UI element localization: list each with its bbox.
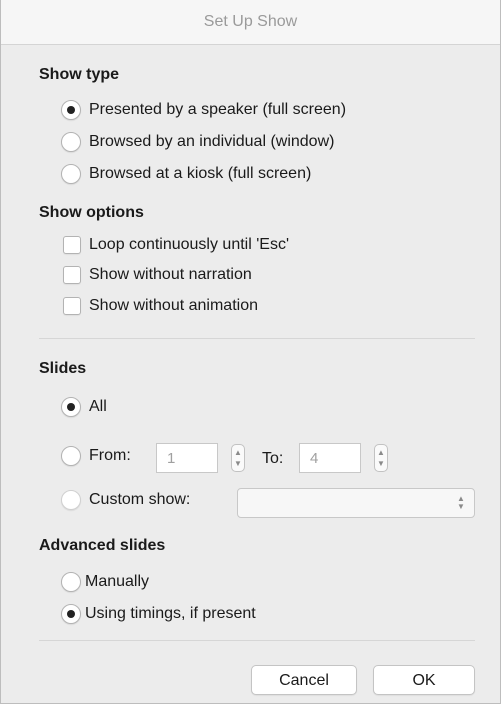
checkbox-label: Show without animation — [89, 297, 258, 314]
to-stepper[interactable]: ▲ ▼ — [374, 444, 388, 472]
radio-label: All — [89, 398, 107, 415]
from-stepper[interactable]: ▲ ▼ — [231, 444, 245, 472]
checkbox[interactable] — [63, 266, 81, 284]
section-divider — [39, 338, 475, 339]
advance-slides-heading: Advanced slides — [39, 537, 166, 554]
radio-button[interactable] — [61, 132, 81, 152]
checkbox-show-without-narration[interactable]: Show without narration — [63, 266, 252, 284]
radio-custom-show[interactable]: Custom show: — [61, 490, 190, 510]
radio-button[interactable] — [61, 572, 81, 592]
stepper-up-icon[interactable]: ▲ — [232, 447, 244, 458]
radio-label: Browsed by an individual (window) — [89, 133, 335, 150]
to-label: To: — [262, 450, 284, 467]
show-options-heading: Show options — [39, 204, 144, 221]
radio-label: Manually — [85, 573, 150, 590]
set-up-show-dialog: Set Up Show Show type Presented by a spe… — [0, 0, 501, 704]
radio-slides-from[interactable]: From: — [61, 446, 131, 466]
radio-button-selected[interactable] — [61, 100, 81, 120]
section-divider — [39, 640, 475, 641]
from-label: From: — [89, 447, 131, 464]
radio-button[interactable] — [61, 446, 81, 466]
checkbox-label: Show without narration — [89, 266, 252, 283]
to-slide-input[interactable] — [299, 443, 361, 473]
checkbox[interactable] — [63, 297, 81, 315]
radio-advance-using-timings[interactable]: Using timings, if present — [61, 604, 256, 624]
slides-heading: Slides — [39, 360, 87, 377]
radio-label: Presented by a speaker (full screen) — [89, 101, 347, 118]
radio-browsed-by-individual[interactable]: Browsed by an individual (window) — [61, 132, 334, 152]
ok-button[interactable]: OK — [373, 665, 475, 695]
radio-label: Browsed at a kiosk (full screen) — [89, 165, 312, 182]
radio-button-selected[interactable] — [61, 397, 81, 417]
show-type-heading: Show type — [39, 66, 120, 83]
stepper-down-icon[interactable]: ▼ — [375, 458, 387, 469]
radio-advance-manually[interactable]: Manually — [61, 572, 149, 592]
checkbox-label: Loop continuously until 'Esc' — [89, 236, 290, 253]
custom-show-label: Custom show: — [89, 491, 191, 508]
select-chevron-icon: ▲ ▼ — [457, 494, 465, 511]
checkbox-loop-continuously[interactable]: Loop continuously until 'Esc' — [63, 236, 289, 254]
checkbox[interactable] — [63, 236, 81, 254]
stepper-up-icon[interactable]: ▲ — [375, 447, 387, 458]
radio-label: Using timings, if present — [85, 605, 256, 622]
radio-presented-by-speaker[interactable]: Presented by a speaker (full screen) — [61, 100, 346, 120]
radio-button[interactable] — [61, 164, 81, 184]
radio-button-selected[interactable] — [61, 604, 81, 624]
radio-browsed-at-kiosk[interactable]: Browsed at a kiosk (full screen) — [61, 164, 311, 184]
radio-slides-all[interactable]: All — [61, 397, 107, 417]
custom-show-select[interactable]: ▲ ▼ — [237, 488, 475, 518]
checkbox-show-without-animation[interactable]: Show without animation — [63, 297, 258, 315]
from-slide-input[interactable] — [156, 443, 218, 473]
window-title: Set Up Show — [1, 0, 500, 45]
stepper-down-icon[interactable]: ▼ — [232, 458, 244, 469]
cancel-button[interactable]: Cancel — [251, 665, 357, 695]
radio-button-disabled[interactable] — [61, 490, 81, 510]
